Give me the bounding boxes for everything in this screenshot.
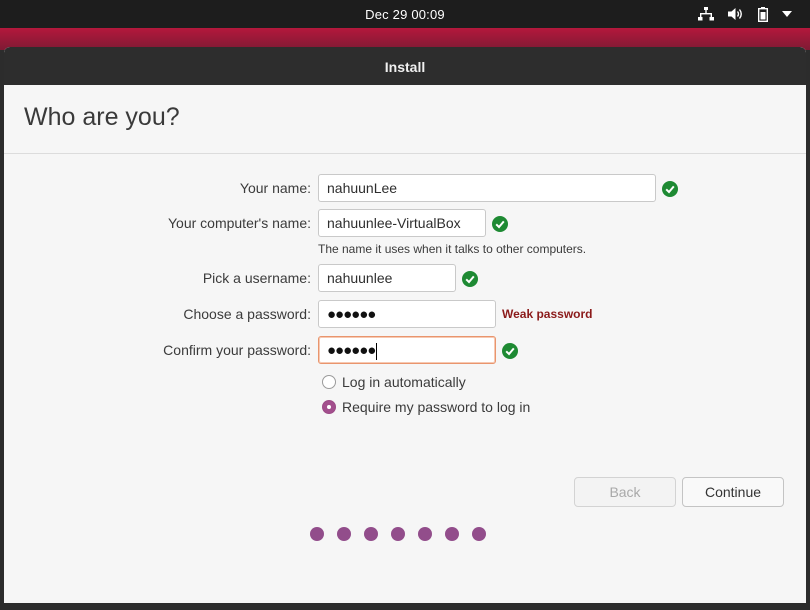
computer-name-input[interactable]: nahuunlee-VirtualBox xyxy=(318,209,486,237)
header-divider xyxy=(4,153,806,154)
battery-icon[interactable] xyxy=(758,6,768,22)
progress-dot xyxy=(364,527,378,541)
progress-dot xyxy=(418,527,432,541)
log-in-automatically-label[interactable]: Log in automatically xyxy=(342,374,466,390)
continue-button[interactable]: Continue xyxy=(682,477,784,507)
install-progress-dots xyxy=(310,527,486,541)
password-label: Choose a password: xyxy=(183,306,311,322)
password-masked-text: ●●●●●● xyxy=(327,306,376,323)
page-title: Who are you? xyxy=(24,103,180,131)
progress-dot xyxy=(310,527,324,541)
progress-dot xyxy=(337,527,351,541)
installer-content: Who are you? Your name: nahuunLee Your c… xyxy=(4,85,806,603)
your-name-input[interactable]: nahuunLee xyxy=(318,174,656,202)
confirm-password-masked-text: ●●●●●● xyxy=(327,342,376,359)
username-valid-icon xyxy=(462,271,478,287)
password-input[interactable]: ●●●●●● xyxy=(318,300,496,328)
your-name-valid-icon xyxy=(662,181,678,197)
back-button[interactable]: Back xyxy=(574,477,676,507)
confirm-password-input[interactable]: ●●●●●● xyxy=(318,336,496,364)
username-input[interactable]: nahuunlee xyxy=(318,264,456,292)
top-panel: Dec 29 00:09 xyxy=(0,0,810,28)
confirm-password-label: Confirm your password: xyxy=(163,342,311,358)
progress-dot xyxy=(445,527,459,541)
log-in-automatically-radio[interactable] xyxy=(322,375,336,389)
confirm-password-valid-icon xyxy=(502,343,518,359)
text-caret xyxy=(376,342,378,360)
require-password-label[interactable]: Require my password to log in xyxy=(342,399,530,415)
computer-name-hint: The name it uses when it talks to other … xyxy=(318,242,587,256)
require-password-radio[interactable] xyxy=(322,400,336,414)
installer-window: Install Who are you? Your name: nahuunLe… xyxy=(4,47,806,603)
computer-name-label: Your computer's name: xyxy=(167,215,311,231)
computer-name-valid-icon xyxy=(492,216,508,232)
username-label: Pick a username: xyxy=(202,270,311,286)
your-name-label: Your name: xyxy=(239,180,311,196)
volume-icon[interactable] xyxy=(728,7,744,21)
system-menu-icon[interactable] xyxy=(782,11,792,17)
network-icon[interactable] xyxy=(698,7,714,21)
password-strength: Weak password xyxy=(502,307,593,321)
system-tray[interactable] xyxy=(698,0,792,28)
clock[interactable]: Dec 29 00:09 xyxy=(0,0,810,28)
progress-dot xyxy=(391,527,405,541)
window-title[interactable]: Install xyxy=(4,47,806,85)
progress-dot xyxy=(472,527,486,541)
